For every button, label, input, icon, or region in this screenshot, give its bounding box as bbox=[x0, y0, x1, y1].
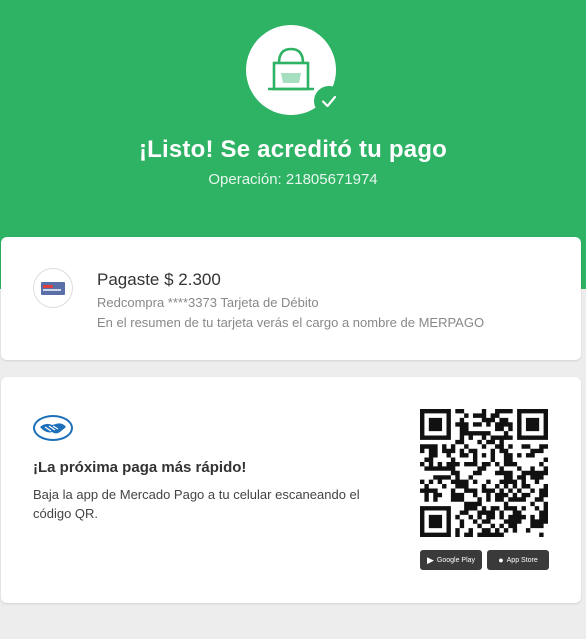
google-play-icon: ▶ bbox=[426, 554, 434, 565]
redcompra-card-icon bbox=[33, 268, 73, 308]
app-promo-card: ¡La próxima paga más rápido! Baja la app… bbox=[1, 377, 581, 603]
operation-number: Operación: 21805671974 bbox=[208, 171, 378, 188]
qr-code bbox=[420, 409, 548, 537]
check-icon bbox=[314, 86, 344, 116]
payment-amount: Pagaste $ 2.300 bbox=[97, 270, 221, 289]
statement-note: En el resumen de tu tarjeta verás el car… bbox=[97, 315, 485, 330]
app-store-label: App Store bbox=[506, 556, 538, 564]
app-store-button[interactable]: ● App Store bbox=[487, 550, 549, 570]
promo-title: ¡La próxima paga más rápido! bbox=[33, 459, 247, 476]
page-title: ¡Listo! Se acreditó tu pago bbox=[138, 136, 448, 163]
payment-method: Redcompra ****3373 Tarjeta de Débito bbox=[97, 295, 319, 310]
payment-summary-card: Pagaste $ 2.300 Redcompra ****3373 Tarje… bbox=[1, 237, 581, 360]
qr-modules bbox=[420, 409, 548, 537]
google-play-button[interactable]: ▶ Google Play bbox=[420, 550, 482, 570]
google-play-label: Google Play bbox=[436, 556, 476, 564]
apple-icon: ● bbox=[498, 554, 504, 565]
promo-description: Baja la app de Mercado Pago a tu celular… bbox=[33, 487, 360, 521]
mercado-pago-logo-icon bbox=[32, 414, 74, 447]
